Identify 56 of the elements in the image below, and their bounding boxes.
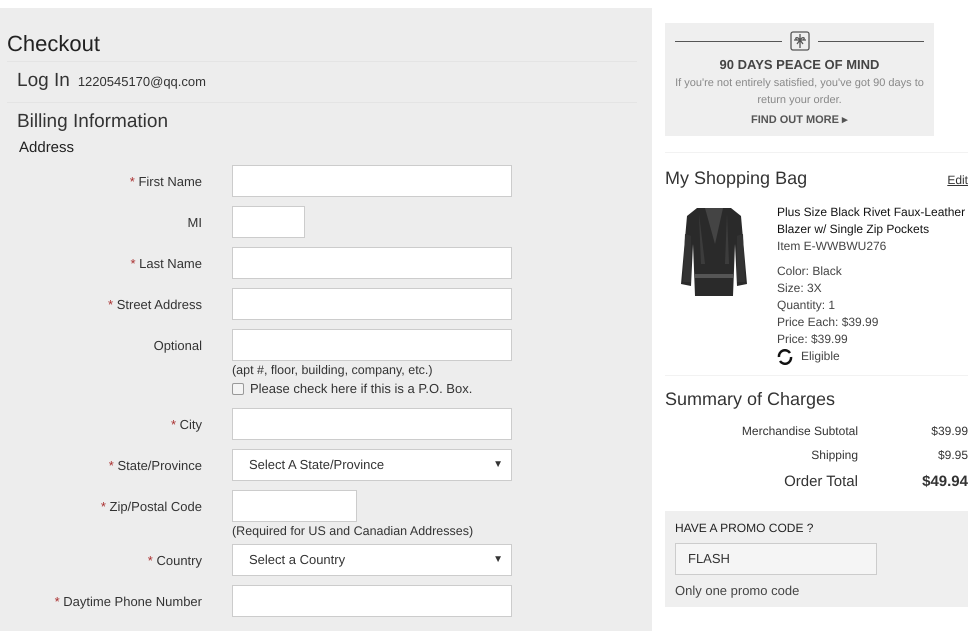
banner-text: If you're not entirely satisfied, you've got 90 days to return your order. xyxy=(675,76,924,108)
field-hint: (apt #, floor, building, company, etc.) xyxy=(232,363,434,378)
promo-heading: HAVE A PROMO CODE ? xyxy=(675,520,814,537)
select-field[interactable]: Select a Country ▼ xyxy=(232,544,512,576)
field-label: * First Name xyxy=(130,174,202,189)
field-label: * Zip/Postal Code xyxy=(100,498,202,514)
section-heading: Billing Information xyxy=(16,110,170,134)
eligible-label: Eligible xyxy=(801,348,840,365)
checkbox-label: Please check here if this is a P.O. Box. xyxy=(250,380,472,398)
field-label: MI xyxy=(188,215,202,230)
input-field[interactable] xyxy=(232,408,512,440)
subsection-heading: Address xyxy=(18,138,76,158)
promo-code-field[interactable]: FLASH xyxy=(675,543,877,575)
input-field[interactable] xyxy=(232,490,357,522)
field-label: * Street Address xyxy=(108,297,202,312)
banner-title: 90 DAYS PEACE OF MIND xyxy=(718,56,880,74)
item-detail: Price: $39.99 xyxy=(777,331,849,348)
login-email: 1220545170@qq.com xyxy=(78,73,206,91)
bag-heading: My Shopping Bag xyxy=(665,167,808,190)
charge-amount: $9.95 xyxy=(936,447,968,464)
field-hint: (Required for US and Canadian Addresses) xyxy=(232,524,474,538)
field-label: * City xyxy=(170,416,202,432)
field-label: * State/Province xyxy=(108,458,202,472)
input-field[interactable] xyxy=(232,288,512,320)
item-number: Item E-WWBWU276 xyxy=(777,238,888,255)
field-label: * Daytime Phone Number xyxy=(54,594,202,608)
field-label: Optional xyxy=(154,338,202,353)
product-name: Plus Size Black Rivet Faux-Leather Blazer w/ Single Zip Pockets xyxy=(777,204,966,238)
page-title: Checkout xyxy=(7,30,101,58)
input-field[interactable] xyxy=(232,165,512,197)
charge-amount: $49.94 xyxy=(921,472,968,492)
find-out-more-link[interactable]: FIND OUT MORE ▸ xyxy=(750,114,848,126)
login-heading: Log In xyxy=(17,69,70,93)
item-detail: Color: Black xyxy=(777,263,843,280)
item-detail: Size: 3X xyxy=(777,280,823,297)
input-field[interactable] xyxy=(232,247,512,279)
caret-icon: ▼ xyxy=(493,552,503,567)
charge-label: Shipping xyxy=(811,447,858,464)
checkbox[interactable] xyxy=(232,382,244,395)
summary-heading: Summary of Charges xyxy=(665,388,836,411)
input-field[interactable] xyxy=(232,206,305,238)
input-field[interactable] xyxy=(232,329,512,361)
caret-icon: ▼ xyxy=(493,457,503,472)
input-field[interactable] xyxy=(232,584,512,616)
field-label: * Country xyxy=(148,552,202,568)
charge-label: Merchandise Subtotal xyxy=(742,423,858,440)
item-detail: Price Each: $39.99 xyxy=(777,314,880,331)
select-field[interactable]: Select A State/Province ▼ xyxy=(232,448,512,480)
promo-note: Only one promo code xyxy=(675,582,800,600)
item-detail: Quantity: 1 xyxy=(777,297,836,314)
field-label: * Last Name xyxy=(130,256,202,271)
gift-icon xyxy=(790,31,810,51)
refresh-icon xyxy=(777,348,793,364)
charge-amount: $39.99 xyxy=(930,423,968,440)
charge-label: Order Total xyxy=(784,472,858,492)
edit-link[interactable]: Edit xyxy=(947,171,968,189)
